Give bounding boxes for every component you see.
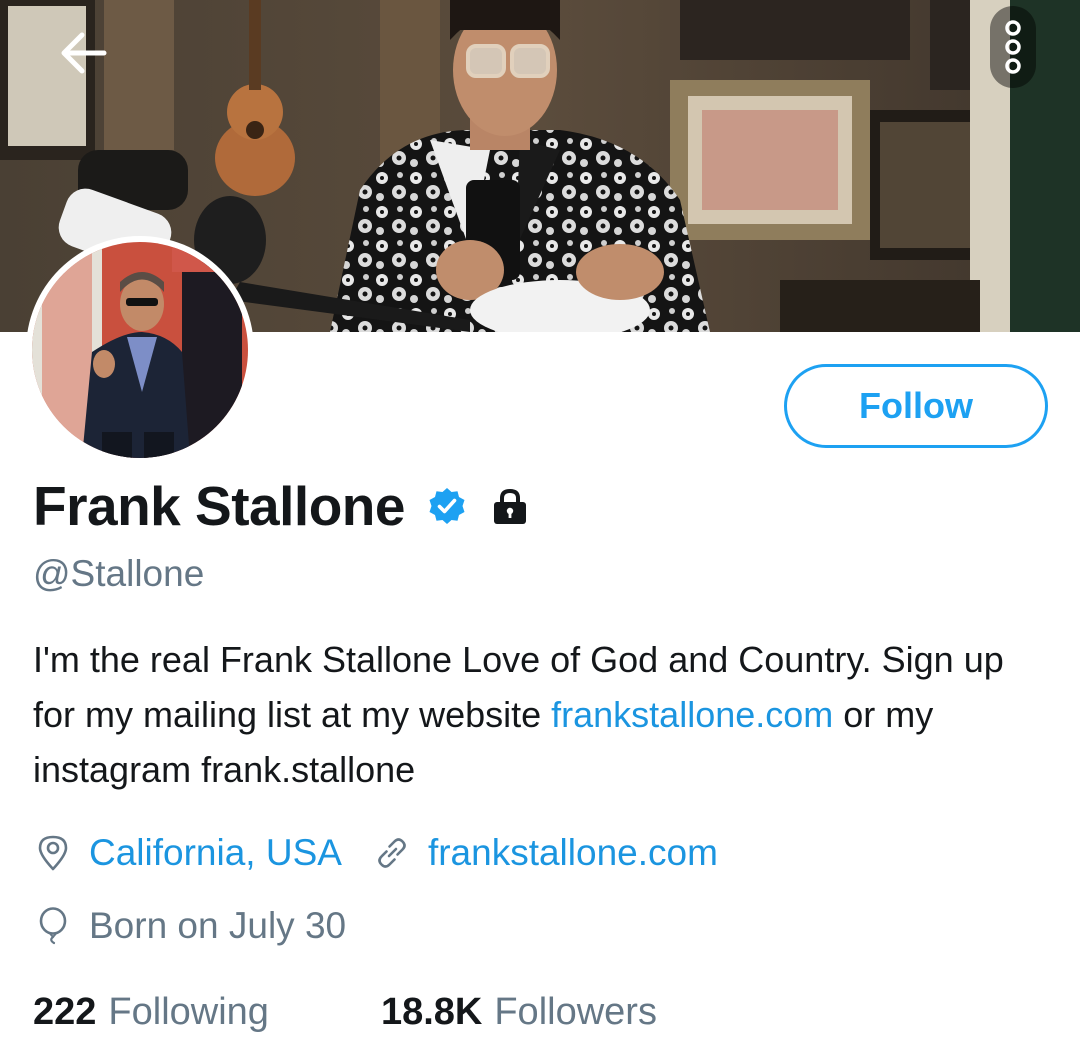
followers-label: Followers xyxy=(494,990,657,1033)
verified-badge-icon xyxy=(427,486,467,526)
back-button[interactable] xyxy=(52,20,118,86)
follow-stats: 222 Following 18.8K Followers xyxy=(33,986,657,1038)
following-label: Following xyxy=(108,990,269,1033)
avatar[interactable] xyxy=(26,236,254,464)
lock-icon xyxy=(489,485,531,527)
avatar-image xyxy=(32,242,248,458)
location-pin-icon xyxy=(33,833,73,873)
location-link[interactable]: California, USA xyxy=(89,832,342,874)
following-count: 222 xyxy=(33,990,97,1033)
display-name: Frank Stallone xyxy=(33,475,405,537)
profile-page: Follow Frank Stallone @Stallone I'm the … xyxy=(0,0,1080,1058)
following-stat[interactable]: 222 Following xyxy=(33,991,269,1034)
arrow-left-icon xyxy=(61,32,107,74)
bio-website-link[interactable]: frankstallone.com xyxy=(551,694,833,735)
more-vertical-icon xyxy=(1005,20,1021,74)
user-handle: @Stallone xyxy=(33,553,205,594)
link-icon xyxy=(372,833,412,873)
profile-bio: I'm the real Frank Stallone Love of God … xyxy=(33,632,1033,797)
followers-count: 18.8K xyxy=(380,990,483,1033)
birthday-row: Born on July 30 xyxy=(33,901,346,951)
location-website-row: California, USA frankstallone.com xyxy=(33,828,718,878)
website-link[interactable]: frankstallone.com xyxy=(428,832,718,874)
birthday-text: Born on July 30 xyxy=(89,905,347,946)
balloon-icon xyxy=(33,906,73,946)
follow-button[interactable]: Follow xyxy=(784,364,1048,448)
name-row: Frank Stallone xyxy=(33,474,531,538)
followers-stat[interactable]: 18.8K Followers xyxy=(381,991,657,1034)
more-options-button[interactable] xyxy=(990,6,1036,88)
